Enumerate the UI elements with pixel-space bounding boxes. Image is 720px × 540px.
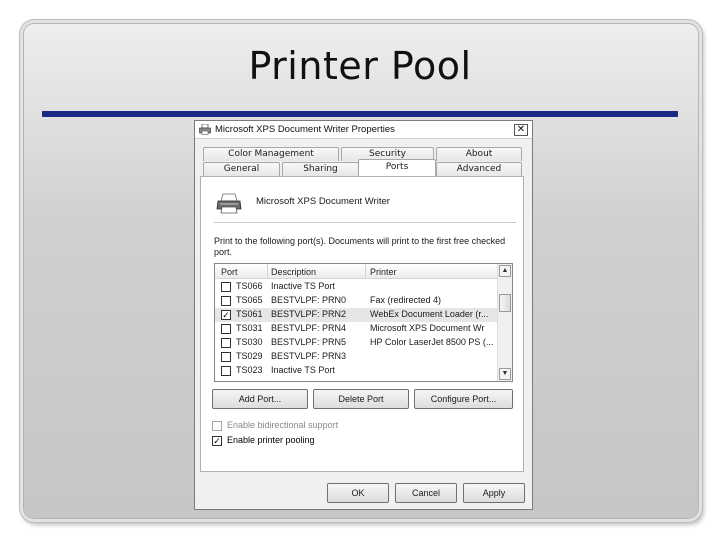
port-cell: TS029 — [236, 351, 263, 361]
table-row[interactable]: ✓ TS061 BESTVLPF: PRN2 WebEx Document Lo… — [215, 308, 497, 322]
scroll-thumb[interactable] — [499, 294, 511, 312]
table-row[interactable]: TS066 Inactive TS Port — [215, 280, 497, 294]
description-cell: BESTVLPF: PRN3 — [271, 351, 347, 361]
port-cell: TS061 — [236, 309, 263, 319]
list-header: Port Description Printer — [215, 264, 497, 279]
description-cell: BESTVLPF: PRN4 — [271, 323, 347, 333]
tab-about[interactable]: About — [436, 147, 522, 161]
printer-cell: Microsoft XPS Document Wr — [370, 323, 485, 333]
dialog-titlebar[interactable]: Microsoft XPS Document Writer Properties… — [195, 121, 532, 139]
printer-icon — [199, 124, 211, 135]
list-scrollbar[interactable]: ▲ ▼ — [497, 264, 512, 381]
table-row[interactable]: TS023 Inactive TS Port — [215, 364, 497, 378]
printer-icon — [216, 193, 242, 214]
table-row[interactable]: TS029 BESTVLPF: PRN3 — [215, 350, 497, 364]
port-cell: TS030 — [236, 337, 263, 347]
dialog-title: Microsoft XPS Document Writer Properties — [215, 124, 395, 135]
printer-pooling-label: Enable printer pooling — [227, 435, 315, 445]
delete-port-button[interactable]: Delete Port — [313, 389, 409, 409]
tab-label: Advanced — [456, 164, 502, 174]
printer-pooling-checkbox[interactable]: ✓ — [212, 436, 222, 446]
table-row[interactable]: TS031 BESTVLPF: PRN4 Microsoft XPS Docum… — [215, 322, 497, 336]
port-checkbox[interactable] — [221, 366, 231, 376]
port-cell: TS065 — [236, 295, 263, 305]
tab-label: General — [223, 164, 260, 174]
column-header-port[interactable]: Port — [221, 267, 238, 277]
port-checkbox[interactable] — [221, 338, 231, 348]
column-divider[interactable] — [365, 264, 366, 279]
apply-button[interactable]: Apply — [463, 483, 525, 503]
column-divider[interactable] — [267, 264, 268, 279]
description-cell: BESTVLPF: PRN5 — [271, 337, 347, 347]
printer-cell: WebEx Document Loader (r... — [370, 309, 489, 319]
port-checkbox[interactable] — [221, 324, 231, 334]
tab-advanced[interactable]: Advanced — [436, 162, 522, 176]
table-row[interactable]: TS065 BESTVLPF: PRN0 Fax (redirected 4) — [215, 294, 497, 308]
description-cell: Inactive TS Port — [271, 281, 335, 291]
scroll-down-button[interactable]: ▼ — [499, 368, 511, 380]
title-rule — [42, 111, 678, 117]
close-button[interactable]: ✕ — [514, 124, 528, 136]
configure-port-button[interactable]: Configure Port... — [414, 389, 513, 409]
ok-button[interactable]: OK — [327, 483, 389, 503]
instructions-text: Print to the following port(s). Document… — [214, 236, 506, 257]
divider — [214, 222, 516, 223]
description-cell: Inactive TS Port — [271, 365, 335, 375]
tab-sharing[interactable]: Sharing — [282, 162, 359, 176]
tab-label: Sharing — [303, 164, 338, 174]
tab-general[interactable]: General — [203, 162, 280, 176]
port-checkbox[interactable] — [221, 352, 231, 362]
close-icon: ✕ — [516, 124, 526, 135]
cancel-button[interactable]: Cancel — [395, 483, 457, 503]
port-checkbox[interactable] — [221, 296, 231, 306]
tab-ports[interactable]: Ports — [358, 159, 436, 176]
tab-label: About — [465, 149, 493, 159]
port-cell: TS031 — [236, 323, 263, 333]
chevron-down-icon: ▼ — [501, 370, 509, 377]
tab-label: Color Management — [228, 149, 314, 159]
printer-cell: Fax (redirected 4) — [370, 295, 442, 305]
table-row[interactable]: TS030 BESTVLPF: PRN5 HP Color LaserJet 8… — [215, 336, 497, 350]
tab-label: Ports — [385, 162, 409, 172]
tab-color-management[interactable]: Color Management — [203, 147, 339, 161]
port-cell: TS023 — [236, 365, 263, 375]
description-cell: BESTVLPF: PRN0 — [271, 295, 347, 305]
column-header-description[interactable]: Description — [271, 267, 316, 277]
scroll-up-button[interactable]: ▲ — [499, 265, 511, 277]
chevron-up-icon: ▲ — [501, 267, 509, 274]
port-checkbox[interactable]: ✓ — [221, 310, 231, 320]
bidirectional-label: Enable bidirectional support — [227, 420, 339, 430]
port-checkbox[interactable] — [221, 282, 231, 292]
column-header-printer[interactable]: Printer — [370, 267, 397, 277]
printer-name: Microsoft XPS Document Writer — [256, 196, 390, 207]
description-cell: BESTVLPF: PRN2 — [271, 309, 347, 319]
slide-title: Printer Pool — [248, 44, 472, 88]
tab-label: Security — [369, 149, 406, 159]
add-port-button[interactable]: Add Port... — [212, 389, 308, 409]
port-cell: TS066 — [236, 281, 263, 291]
bidirectional-checkbox[interactable] — [212, 421, 222, 431]
printer-cell: HP Color LaserJet 8500 PS (... — [370, 337, 494, 347]
ports-list[interactable]: Port Description Printer TS066 Inactive … — [214, 263, 513, 382]
